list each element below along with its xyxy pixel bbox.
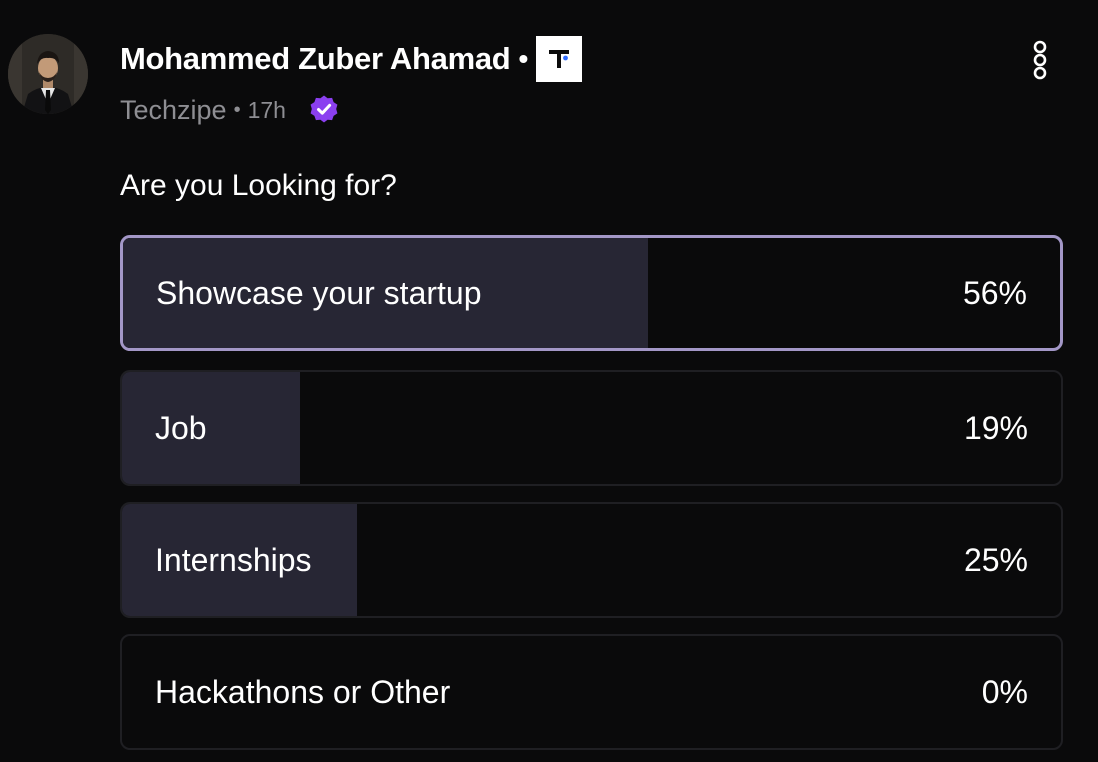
meta-separator: •	[233, 98, 241, 121]
poll-option-percent: 56%	[962, 274, 1027, 311]
post-meta: Techzipe • 17h	[120, 92, 340, 128]
more-options-button[interactable]	[1024, 38, 1056, 84]
company-name[interactable]: Techzipe	[120, 95, 227, 126]
poll-option-percent: 25%	[963, 541, 1028, 578]
poll-result-bar	[122, 372, 301, 484]
poll-post: Mohammed Zuber Ahamad • Techzipe • 17h A	[0, 0, 1098, 762]
poll-option-internships[interactable]: Internships 25%	[120, 502, 1063, 618]
verified-badge-icon	[308, 94, 340, 126]
author-name[interactable]: Mohammed Zuber Ahamad	[120, 41, 511, 77]
poll-option-label: Job	[155, 409, 207, 446]
techzipe-logo-icon[interactable]	[536, 36, 583, 82]
poll-option-percent: 19%	[963, 409, 1028, 446]
author-separator: •	[518, 43, 529, 74]
poll-option-label: Showcase your startup	[156, 274, 482, 311]
more-vertical-icon	[1033, 40, 1047, 80]
author-row: Mohammed Zuber Ahamad •	[120, 36, 583, 82]
poll-option-hackathons[interactable]: Hackathons or Other 0%	[120, 634, 1063, 750]
post-time: 17h	[247, 96, 286, 123]
poll-option-label: Hackathons or Other	[155, 673, 451, 710]
avatar-image	[8, 34, 88, 114]
poll-option-percent: 0%	[981, 673, 1028, 710]
poll-question: Are you Looking for?	[120, 169, 397, 202]
author-avatar[interactable]	[8, 34, 88, 114]
poll-option-showcase-startup[interactable]: Showcase your startup 56%	[120, 235, 1063, 351]
poll-option-label: Internships	[155, 541, 312, 578]
poll-option-job[interactable]: Job 19%	[120, 370, 1063, 486]
